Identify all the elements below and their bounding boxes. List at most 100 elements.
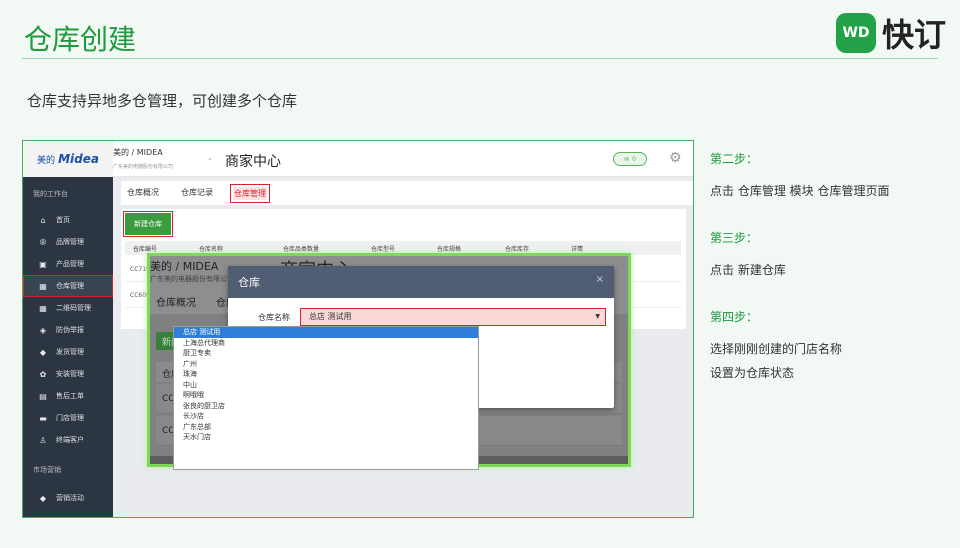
logo: WD 快订	[836, 10, 946, 56]
dropdown-option[interactable]: 天水门店	[174, 432, 478, 443]
caret-down-icon: ▼	[595, 313, 600, 320]
dropdown-option[interactable]: 广东总部	[174, 422, 478, 433]
step-block: 第四步： 选择刚刚创建的门店名称 设置为仓库状态	[710, 308, 950, 385]
col-header: 仓库品类数量	[283, 246, 320, 253]
sidebar-item[interactable]: ◆ 发货管理	[23, 341, 113, 363]
sidebar-item[interactable]: ▣ 产品管理	[23, 253, 113, 275]
sidebar-item-label: 售后工单	[56, 392, 84, 400]
col-header: 仓库名称	[199, 246, 224, 253]
ticket-icon: ▤	[39, 391, 47, 401]
company-name: 广东美的电器股份有限公司	[113, 164, 174, 170]
modal-title: 仓库	[238, 276, 260, 289]
topbar: 美的 / MIDEA 广东美的电器股份有限公司 ⌄ 商家中心 ✉ 0 ⚙	[113, 141, 693, 177]
zoom-org-name: 美的 / MIDEA	[150, 260, 219, 273]
dropdown-option[interactable]: 中山	[174, 380, 478, 391]
slide-subtitle: 仓库支持异地多仓管理，可创建多个仓库	[27, 92, 298, 110]
col-header: 详情	[571, 246, 584, 253]
logo-text: 快订	[882, 16, 947, 54]
step-block: 第三步： 点击 新建仓库	[710, 229, 950, 282]
brand-logo: 美的 Midea	[23, 141, 113, 177]
sidebar-item[interactable]: ♙ 终端客户	[23, 429, 113, 451]
slide-title: 仓库创建	[24, 23, 137, 56]
new-warehouse-button[interactable]: 新建仓库	[123, 211, 173, 237]
tab-records[interactable]: 仓库记录	[181, 187, 213, 198]
logo-badge-icon: WD	[836, 13, 876, 53]
sidebar-item-label: 终端客户	[56, 436, 84, 444]
sidebar-item-label: 安装管理	[56, 370, 84, 378]
dropdown-option[interactable]: 啊哦哦	[174, 390, 478, 401]
sidebar-item[interactable]: ◈ 防伪举报	[23, 319, 113, 341]
shield-icon: ◈	[39, 325, 47, 335]
dropdown-option[interactable]: 广州	[174, 359, 478, 370]
col-header: 仓库规格	[437, 246, 462, 253]
col-header: 仓库库存	[505, 246, 530, 253]
marketing-icon: ◆	[39, 493, 47, 503]
sidebar-item[interactable]: ▦ 二维码管理	[23, 297, 113, 319]
center-title: 商家中心	[225, 154, 281, 170]
selected-value: 总店 测试用	[309, 312, 352, 321]
sidebar-item-label: 产品管理	[56, 260, 84, 268]
customer-icon: ♙	[39, 435, 47, 445]
dropdown-option[interactable]: 珠海	[174, 369, 478, 380]
close-icon[interactable]: ×	[596, 274, 604, 285]
warehouse-name-dropdown: 总店 测试用 上海总代理商 厨卫专卖 广州 珠海 中山 啊哦哦 张良的厨卫店 长沙店 广东总部 天水…	[173, 326, 479, 470]
sidebar: 美的 Midea 我的工作台 ⌂ 首页 ® 品牌管理 ▣ 产品管理 ▦ 仓库管理 ▦ 二维码管理 ◈…	[23, 141, 113, 517]
step-heading: 第四步：	[710, 310, 759, 324]
sidebar-item-label: 门店管理	[56, 414, 84, 422]
sidebar-item-label: 发货管理	[56, 348, 84, 356]
store-icon: ▬	[39, 413, 47, 423]
box-icon: ◆	[39, 347, 47, 357]
sidebar-item[interactable]: ▬ 门店管理	[23, 407, 113, 429]
zoom-tab-overview: 仓库概况	[156, 298, 196, 309]
install-icon: ✿	[39, 369, 47, 379]
title-divider	[22, 58, 938, 59]
message-button[interactable]: ✉ 0	[613, 152, 647, 166]
sidebar-section-marketing: 市场营销	[33, 466, 61, 474]
step-text: 点击 仓库管理 模块 仓库管理页面	[710, 184, 890, 198]
col-header: 仓库编号	[133, 246, 158, 253]
org-name[interactable]: 美的 / MIDEA	[113, 147, 163, 158]
sidebar-item[interactable]: ✿ 安装管理	[23, 363, 113, 385]
home-icon: ⌂	[40, 215, 46, 225]
sidebar-item-marketing[interactable]: ◆ 营销活动	[23, 487, 113, 509]
col-header: 仓库型号	[371, 246, 396, 253]
sidebar-item-label: 二维码管理	[56, 304, 91, 312]
warehouse-name-select[interactable]: 总店 测试用 ▼	[300, 308, 606, 326]
sidebar-item-label: 营销活动	[56, 494, 84, 502]
gear-icon[interactable]: ⚙	[669, 150, 682, 166]
zoom-company-name: 广东美的电器股份有限公司	[150, 275, 234, 283]
sidebar-item-label: 防伪举报	[56, 326, 84, 334]
sidebar-section-workbench: 我的工作台	[33, 190, 68, 198]
qrcode-icon: ▦	[39, 303, 47, 313]
step-heading: 第三步：	[710, 231, 759, 245]
sidebar-item[interactable]: ▤ 售后工单	[23, 385, 113, 407]
brand-en: Midea	[58, 152, 99, 166]
step-block: 第二步： 点击 仓库管理 模块 仓库管理页面	[710, 150, 950, 203]
product-icon: ▣	[39, 259, 47, 269]
tab-warehouse-manage[interactable]: 仓库管理	[230, 184, 270, 203]
dropdown-option[interactable]: 张良的厨卫店	[174, 401, 478, 412]
mail-icon: ✉	[624, 155, 630, 163]
sidebar-item-label: 仓库管理	[56, 282, 84, 290]
sidebar-item[interactable]: ▦ 仓库管理	[23, 275, 113, 297]
sidebar-item[interactable]: ⌂ 首页	[23, 209, 113, 231]
brand-icon: ®	[39, 237, 47, 247]
step-heading: 第二步：	[710, 152, 759, 166]
dropdown-option[interactable]: 长沙店	[174, 411, 478, 422]
sidebar-item[interactable]: ® 品牌管理	[23, 231, 113, 253]
sidebar-item-label: 品牌管理	[56, 238, 84, 246]
app-screenshot: 美的 Midea 我的工作台 ⌂ 首页 ® 品牌管理 ▣ 产品管理 ▦ 仓库管理 ▦ 二维码管理 ◈…	[22, 140, 694, 518]
tab-overview[interactable]: 仓库概况	[127, 187, 159, 198]
dropdown-option[interactable]: 厨卫专卖	[174, 348, 478, 359]
warehouse-icon: ▦	[39, 281, 47, 291]
message-count: 0	[632, 155, 636, 163]
chevron-down-icon[interactable]: ⌄	[207, 154, 213, 162]
steps-panel: 第二步： 点击 仓库管理 模块 仓库管理页面 第三步： 点击 新建仓库第四步： 选择刚刚…	[710, 150, 950, 411]
warehouse-name-label: 仓库名称	[258, 313, 290, 322]
step-text: 点击 新建仓库	[710, 263, 786, 277]
dropdown-option[interactable]: 总店 测试用	[174, 327, 478, 338]
sidebar-item-label: 首页	[56, 216, 70, 224]
dropdown-option[interactable]: 上海总代理商	[174, 338, 478, 349]
step-text: 设置为仓库状态	[710, 366, 795, 380]
brand-cn: 美的	[37, 155, 56, 166]
